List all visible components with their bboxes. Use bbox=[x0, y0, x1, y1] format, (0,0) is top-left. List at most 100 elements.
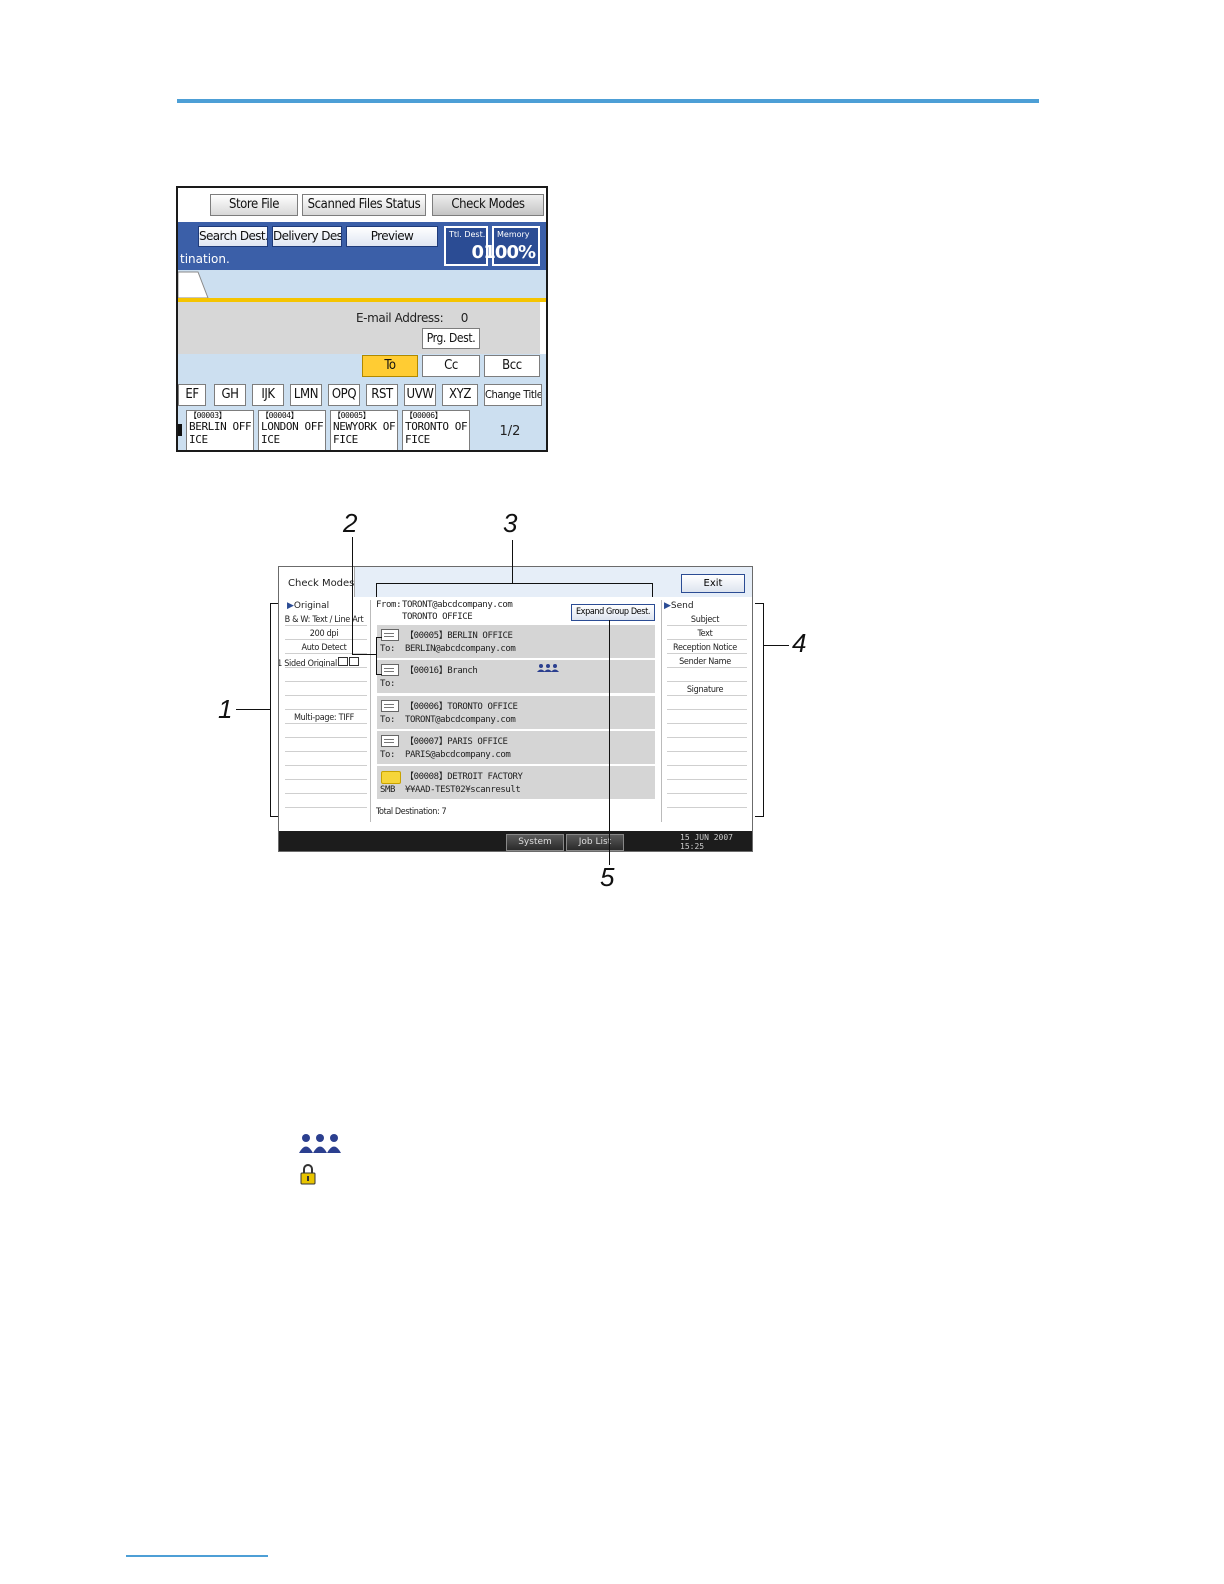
index-button-ijk[interactable]: IJK bbox=[252, 384, 284, 406]
footer-rule bbox=[126, 1555, 268, 1557]
divider bbox=[667, 667, 747, 668]
dest-card-1[interactable]: 【00003】 BERLIN OFF ICE bbox=[186, 410, 254, 450]
date: 15 JUN 2007 bbox=[680, 833, 733, 842]
destination-name: 【00006】TORONTO OFFICE bbox=[405, 702, 518, 712]
memory-label: Memory bbox=[497, 230, 530, 239]
page-indicator: 1/2 bbox=[499, 424, 521, 439]
email-icon bbox=[381, 735, 399, 747]
divider bbox=[667, 625, 747, 626]
index-button-xyz[interactable]: XYZ bbox=[442, 384, 478, 406]
group-icon bbox=[537, 664, 559, 672]
index-button-rst[interactable]: RST bbox=[366, 384, 398, 406]
divider bbox=[285, 667, 367, 668]
prg-dest-button[interactable]: Prg. Dest. bbox=[422, 328, 480, 349]
cc-button[interactable]: Cc bbox=[422, 355, 480, 377]
index-button-opq[interactable]: OPQ bbox=[328, 384, 360, 406]
email-address-info: E-mail Address: 0 bbox=[356, 311, 468, 325]
top-rule bbox=[177, 99, 1039, 103]
dest-card-name: LONDON OFF ICE bbox=[261, 420, 324, 446]
divider bbox=[667, 737, 747, 738]
divider bbox=[667, 807, 747, 808]
job-list-button[interactable]: Job List bbox=[566, 834, 624, 851]
preview-button[interactable]: Preview bbox=[346, 226, 438, 247]
dest-card-4[interactable]: 【00006】 TORONTO OF FICE bbox=[402, 410, 470, 450]
send-setting-signature: Signature bbox=[686, 685, 724, 695]
dest-card-code: 【00006】 bbox=[405, 411, 443, 420]
from-email: TORONT@abcdcompany.com bbox=[402, 600, 513, 610]
original-header: ▶Original bbox=[287, 601, 329, 611]
change-title-button[interactable]: Change Title bbox=[484, 384, 542, 406]
callout-4-bracket bbox=[755, 816, 763, 817]
divider bbox=[285, 793, 367, 794]
destination-name: 【00016】Branch bbox=[405, 666, 478, 676]
email-icon bbox=[381, 664, 399, 676]
destination-address: BERLIN@abcdcompany.com bbox=[405, 644, 516, 654]
arrow-right-icon: ▶ bbox=[664, 601, 671, 611]
original-setting-2: 200 dpi bbox=[309, 629, 339, 639]
divider bbox=[285, 723, 367, 724]
divider bbox=[285, 737, 367, 738]
store-file-button[interactable]: Store File bbox=[210, 194, 298, 216]
delivery-dest-button[interactable]: Delivery Dest. bbox=[272, 226, 342, 247]
dest-card-name: NEWYORK OF FICE bbox=[333, 420, 396, 446]
from-label: From: bbox=[376, 600, 402, 610]
callout-3: 3 bbox=[503, 508, 518, 538]
dest-card-name: BERLIN OFF ICE bbox=[189, 420, 252, 446]
callout-1-bracket bbox=[270, 603, 278, 604]
check-modes-title: Check Modes bbox=[288, 578, 355, 589]
divider bbox=[667, 765, 747, 766]
email-icon bbox=[381, 629, 399, 641]
divider bbox=[667, 653, 747, 654]
send-header: ▶Send bbox=[664, 601, 694, 611]
callout-2-bracket bbox=[376, 637, 382, 638]
callout-1-bracket bbox=[270, 816, 278, 817]
dest-card-2[interactable]: 【00004】 LONDON OFF ICE bbox=[258, 410, 326, 450]
index-button-lmn[interactable]: LMN bbox=[290, 384, 322, 406]
scanned-files-status-button[interactable]: Scanned Files Status bbox=[302, 194, 426, 216]
arrow-right-icon: ▶ bbox=[287, 601, 294, 611]
callout-1-bracket bbox=[270, 603, 271, 817]
callout-2-line bbox=[352, 654, 376, 655]
callout-2-line bbox=[352, 537, 353, 654]
send-setting-sender-name: Sender Name bbox=[679, 657, 731, 667]
system-status-button[interactable]: System Status bbox=[506, 834, 564, 851]
exit-button[interactable]: Exit bbox=[681, 574, 745, 593]
destination-address: PARIS@abcdcompany.com bbox=[405, 750, 511, 760]
index-button-gh[interactable]: GH bbox=[214, 384, 246, 406]
original-setting-1: B & W: Text / Line Art bbox=[284, 615, 364, 625]
divider bbox=[285, 695, 367, 696]
divider bbox=[667, 639, 747, 640]
original-header-label: Original bbox=[293, 601, 330, 611]
check-modes-button[interactable]: Check Modes bbox=[432, 194, 544, 216]
divider bbox=[667, 695, 747, 696]
callout-2: 2 bbox=[343, 508, 358, 538]
index-button-uvw[interactable]: UVW bbox=[404, 384, 436, 406]
check-modes-screen: Check Modes Exit ▶Original B & W: Text /… bbox=[278, 566, 753, 852]
callout-1-line bbox=[236, 709, 270, 710]
scanner-screen-1: Store File Scanned Files Status Check Mo… bbox=[176, 186, 548, 452]
divider bbox=[285, 751, 367, 752]
memory-value: 100% bbox=[483, 242, 536, 263]
destination-prefix: To: bbox=[380, 679, 396, 689]
divider bbox=[285, 765, 367, 766]
destination-name: 【00007】PARIS OFFICE bbox=[405, 737, 508, 747]
divider bbox=[285, 625, 367, 626]
expand-group-dest-button[interactable]: Expand Group Dest. bbox=[571, 604, 655, 621]
search-dest-button[interactable]: Search Dest. bbox=[198, 226, 268, 247]
bcc-button[interactable]: Bcc bbox=[484, 355, 540, 377]
destination-address: ¥¥AAD-TEST02¥scanresult bbox=[405, 785, 521, 795]
from-name: TORONTO OFFICE bbox=[402, 612, 473, 622]
dest-card-3[interactable]: 【00005】 NEWYORK OF FICE bbox=[330, 410, 398, 450]
destination-prefix: SMB bbox=[380, 785, 396, 795]
send-setting-reception-notice: Reception Notice bbox=[673, 643, 737, 653]
index-button-ef[interactable]: EF bbox=[178, 384, 206, 406]
tab-shape[interactable] bbox=[178, 270, 218, 300]
email-address-label: E-mail Address: bbox=[356, 311, 444, 325]
callout-4-bracket bbox=[755, 603, 763, 604]
destination-address: TORONT@abcdcompany.com bbox=[405, 715, 516, 725]
send-setting-text: Text bbox=[697, 629, 713, 639]
to-button[interactable]: To bbox=[362, 355, 418, 377]
send-setting-subject: Subject bbox=[690, 615, 720, 625]
callout-3-bracket bbox=[652, 583, 653, 597]
status-message: tination. bbox=[180, 252, 230, 266]
